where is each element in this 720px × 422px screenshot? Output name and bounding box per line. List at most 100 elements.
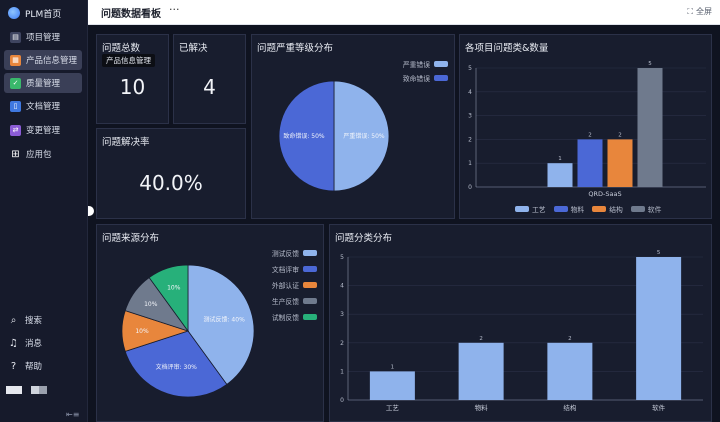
avatar[interactable] xyxy=(6,386,22,394)
data-label: 5 xyxy=(648,61,652,67)
grid-icon: ⊞ xyxy=(11,148,20,160)
bar[interactable] xyxy=(547,163,573,187)
bar[interactable] xyxy=(636,257,682,400)
data-label: 5 xyxy=(657,250,661,256)
bar[interactable] xyxy=(637,68,663,187)
legend-label: 工艺 xyxy=(532,206,546,214)
fullscreen-button[interactable]: ⛶ 全屏 xyxy=(687,6,712,17)
x-tick-label: 物料 xyxy=(475,403,489,412)
source-pie-chart: 测试反馈: 40% 文档评审: 30% 10% 10% 10% xyxy=(121,264,255,398)
collapse-icon[interactable]: ⇤≡ xyxy=(66,410,79,419)
bar[interactable] xyxy=(547,342,593,400)
card-source-distribution: 问题来源分布 测试反馈 文档评审 外部认证 生产反馈 试制反馈 测试反馈: 40% 文档评… xyxy=(96,224,324,422)
sidebar-item-project[interactable]: ▤ 项目管理 xyxy=(4,27,82,47)
sidebar-toggle-handle[interactable] xyxy=(88,206,94,216)
x-tick-label: 工艺 xyxy=(386,404,400,412)
home-link[interactable]: PLM首页 xyxy=(8,5,61,21)
sidebar-search[interactable]: ⌕ 搜索 xyxy=(8,311,42,329)
page-title: 问题数据看板 xyxy=(101,9,161,20)
legend-swatch xyxy=(515,206,529,212)
data-label: 2 xyxy=(479,336,483,342)
sidebar-item-label: 变更管理 xyxy=(26,126,61,136)
y-tick-label: 3 xyxy=(468,113,472,120)
bar[interactable] xyxy=(607,139,633,187)
legend-item[interactable]: 软件 xyxy=(630,204,662,214)
legend-swatch xyxy=(553,206,568,212)
fullscreen-icon: ⛶ xyxy=(687,6,693,16)
sidebar-item-label: 产品信息管理 xyxy=(26,56,78,66)
card-total-issues: 问题总数 产品信息管理 10 xyxy=(96,34,169,124)
y-tick-label: 4 xyxy=(340,283,344,290)
fullscreen-label: 全屏 xyxy=(696,7,712,16)
more-options-button[interactable]: ··· xyxy=(169,3,180,16)
sidebar-item-product-info[interactable]: ▦ 产品信息管理 xyxy=(4,50,82,70)
legend-swatch xyxy=(592,206,607,212)
card-title: 已解决 xyxy=(179,43,208,54)
slice-label: 10% xyxy=(167,284,181,291)
x-tick-label: 结构 xyxy=(563,403,577,412)
plm-logo-icon xyxy=(8,7,20,19)
slice-label: 10% xyxy=(144,301,158,308)
change-icon: ⇄ xyxy=(10,124,21,136)
sidebar-item-change[interactable]: ⇄ 变更管理 xyxy=(4,120,82,140)
sidebar-item-apps[interactable]: ⊞ 应用包 xyxy=(4,144,82,164)
slice-label: 文档评审: 30% xyxy=(156,363,198,371)
bar[interactable] xyxy=(369,371,415,400)
sidebar-messages[interactable]: ♫ 消息 xyxy=(8,334,42,352)
y-tick-label: 5 xyxy=(340,254,344,261)
project-icon: ▤ xyxy=(10,31,21,43)
sidebar-item-label: 文档管理 xyxy=(26,102,61,112)
legend-label: 结构 xyxy=(609,206,623,214)
sidebar-item-label: 应用包 xyxy=(26,150,52,160)
y-tick-label: 2 xyxy=(340,340,344,347)
sidebar-help[interactable]: ? 帮助 xyxy=(8,357,42,375)
app-title: PLM首页 xyxy=(25,9,62,20)
sidebar-item-document[interactable]: ▯ 文档管理 xyxy=(4,96,82,116)
x-tick-label: 软件 xyxy=(652,403,666,412)
sidebar-item-label: 质量管理 xyxy=(26,79,61,89)
legend-item[interactable]: 结构 xyxy=(592,204,623,214)
user-name-blurred xyxy=(31,386,47,394)
y-tick-label: 4 xyxy=(468,89,472,96)
bar[interactable] xyxy=(458,342,504,400)
resolved-value: 4 xyxy=(203,75,216,99)
search-icon: ⌕ xyxy=(10,314,17,326)
bell-icon: ♫ xyxy=(9,337,18,349)
severity-pie-chart: 严重错误: 50% 致命错误: 50% xyxy=(278,80,390,192)
legend-swatch xyxy=(630,206,645,212)
slice-label: 严重错误: 50% xyxy=(343,132,385,140)
quality-icon: ✓ xyxy=(10,77,21,89)
legend-item[interactable]: 工艺 xyxy=(515,204,546,214)
y-tick-label: 0 xyxy=(468,184,472,191)
card-title: 问题总数 xyxy=(102,43,141,54)
sidebar: PLM首页 ▤ 项目管理 ▦ 产品信息管理 ✓ 质量管理 ▯ 文档管理 ⇄ 变更… xyxy=(0,0,88,422)
data-label: 1 xyxy=(391,364,395,370)
data-label: 1 xyxy=(558,156,562,162)
search-label: 搜索 xyxy=(25,316,43,326)
card-title: 问题解决率 xyxy=(102,137,150,148)
y-tick-label: 5 xyxy=(468,65,472,72)
help-icon: ? xyxy=(10,360,17,372)
legend-item[interactable]: 物料 xyxy=(553,204,585,214)
y-tick-label: 2 xyxy=(468,136,472,143)
product-icon: ▦ xyxy=(10,54,21,66)
slice-label: 10% xyxy=(135,328,149,335)
bar[interactable] xyxy=(577,139,603,187)
sidebar-item-label: 项目管理 xyxy=(26,33,61,43)
card-resolved: 已解决 4 xyxy=(173,34,246,124)
resolution-rate-value: 40.0% xyxy=(139,171,203,195)
y-tick-label: 0 xyxy=(340,397,344,404)
sidebar-item-quality[interactable]: ✓ 质量管理 xyxy=(4,73,82,93)
legend-label: 物料 xyxy=(570,206,585,214)
slice-label: 测试反馈: 40% xyxy=(204,315,246,323)
y-tick-label: 1 xyxy=(340,368,344,375)
category-bar-chart: 0 1 2 3 4 5 1 工艺 2 物料 2 结构 5 软件 xyxy=(340,250,703,412)
card-project-issues: 各项目问题类&数量 0 1 2 3 4 5 1 2 2 5 QRD-SaaS 工艺 物料 结构 软件 xyxy=(459,34,712,219)
project-legend: 工艺 物料 结构 软件 xyxy=(515,204,661,214)
y-tick-label: 1 xyxy=(468,160,472,167)
help-label: 帮助 xyxy=(25,362,43,372)
slice-label: 致命错误: 50% xyxy=(283,132,325,140)
legend-label: 软件 xyxy=(647,206,662,214)
y-tick-label: 3 xyxy=(340,311,344,318)
x-tick-label: QRD-SaaS xyxy=(588,190,621,198)
